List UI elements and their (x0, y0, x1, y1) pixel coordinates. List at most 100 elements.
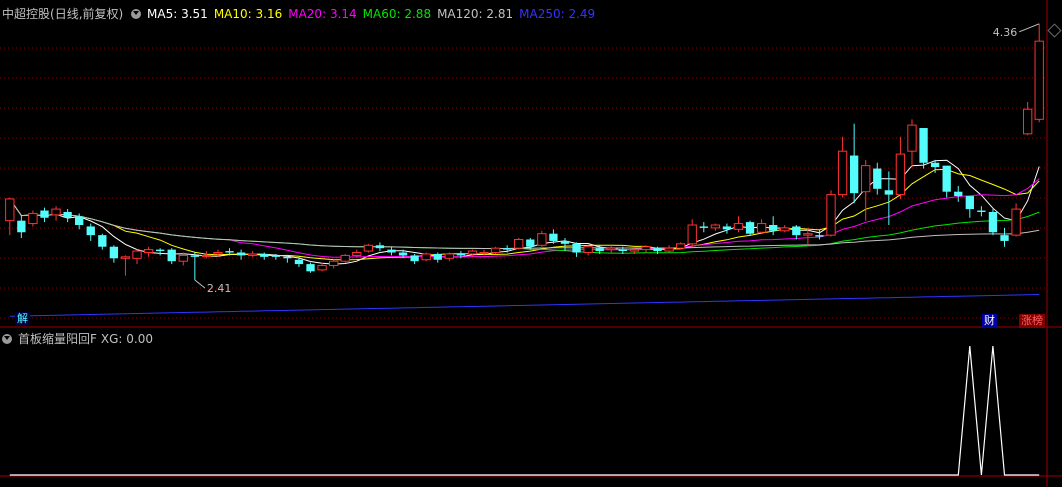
candle-body (653, 248, 662, 252)
candle (895, 136, 906, 199)
ma-legend-value: 2.81 (486, 7, 514, 21)
candle (40, 207, 49, 223)
dropdown-circle-icon[interactable] (131, 9, 142, 19)
candle (849, 123, 859, 204)
candle-body (849, 155, 859, 194)
candle (51, 206, 61, 221)
candle (641, 245, 651, 253)
candle-body (733, 223, 744, 230)
candle-body (132, 250, 142, 259)
indicator-header: 首板缩量阳回F XG: 0.00 (2, 331, 159, 347)
candle-body (792, 226, 801, 236)
candle-body (260, 253, 269, 257)
candle-body (526, 239, 535, 247)
candle-body (895, 153, 906, 196)
candle (387, 246, 396, 256)
candle (514, 238, 524, 250)
candle-body (803, 233, 813, 236)
candle-body (699, 226, 708, 228)
candle-body (120, 256, 131, 259)
tag-jie[interactable]: 解 (15, 312, 30, 326)
candle-body (398, 252, 408, 256)
candle-body (1034, 40, 1044, 120)
candle (792, 225, 801, 240)
stock-name: 中超控股 (2, 7, 51, 21)
ma-legend-item: MA250: (519, 7, 569, 21)
candle (560, 238, 570, 252)
candle (1034, 23, 1044, 123)
candle-body (225, 251, 234, 253)
candle (699, 222, 708, 233)
candle (965, 196, 974, 218)
indicator-plot (9, 345, 1040, 476)
candle-body (1022, 108, 1033, 135)
tag-cai[interactable]: 财 (982, 314, 997, 328)
candle-body (340, 254, 350, 262)
candle (155, 248, 165, 256)
candle (572, 242, 581, 257)
candle-body (490, 247, 501, 254)
candle-body (143, 249, 154, 254)
candle (143, 246, 154, 257)
candle (1000, 227, 1009, 247)
indicator-value: XG: 0.00 (100, 332, 154, 346)
candle-body (294, 259, 304, 265)
candle-body (421, 253, 431, 261)
candle (444, 252, 454, 262)
top-strip (0, 0, 1062, 4)
candle (433, 252, 442, 263)
candle-body (595, 248, 604, 252)
candle-body (201, 254, 212, 257)
diamond-icon (1047, 23, 1062, 38)
candle (1011, 203, 1021, 237)
ma-legend-item: MA20: (288, 7, 330, 21)
candle (5, 197, 15, 236)
stock-title[interactable]: 中超控股(日线,前复权) (2, 7, 131, 21)
candle (63, 209, 72, 223)
dropdown-circle-icon[interactable] (2, 334, 12, 344)
indicator-name[interactable]: 首板缩量阳回F (18, 332, 97, 346)
candle-body (5, 198, 15, 222)
candle (340, 253, 350, 263)
ma-legend-value: 3.51 (181, 7, 208, 21)
candle-body (213, 252, 223, 255)
candle-body (572, 243, 581, 253)
candle (421, 252, 431, 262)
candle-body (815, 235, 824, 237)
candle (86, 223, 95, 241)
candle-body (317, 265, 327, 271)
candle (352, 249, 362, 257)
candle-body (283, 256, 292, 259)
candle (733, 216, 744, 233)
candle (317, 262, 327, 272)
candle-body (271, 255, 280, 257)
candle-body (1011, 208, 1021, 236)
ma-legend-value: 3.16 (255, 7, 283, 21)
xg-signal-line (9, 345, 1040, 476)
ma-legend-value: 2.49 (568, 7, 596, 21)
candle (260, 252, 269, 260)
candle (664, 245, 674, 253)
candle (675, 242, 686, 250)
ma-legend-item: MA10: (213, 7, 256, 21)
candle-body (375, 245, 385, 249)
candle (248, 251, 258, 257)
candle-body (977, 210, 986, 212)
chart-period: (日线,前复权) (50, 7, 124, 21)
candle-body (352, 252, 362, 256)
candle-body (873, 168, 882, 189)
candle (977, 206, 986, 217)
candle-body (988, 211, 998, 233)
candle (769, 216, 778, 236)
tag-zhangting[interactable]: 涨榜 (1019, 314, 1045, 328)
ma250-line (9, 294, 1040, 317)
candle-body (919, 128, 928, 163)
candle (606, 245, 616, 253)
candle-body (479, 252, 489, 255)
ma10-line (9, 168, 1040, 261)
main-chart-header: 中超控股(日线,前复权) MA5: 3.51 MA10: 3.16 MA20: 3.… (2, 6, 607, 22)
candle-body (190, 255, 200, 257)
ma-legend-value: 3.14 (329, 7, 357, 21)
candle-body (560, 240, 570, 244)
candle (306, 262, 315, 273)
